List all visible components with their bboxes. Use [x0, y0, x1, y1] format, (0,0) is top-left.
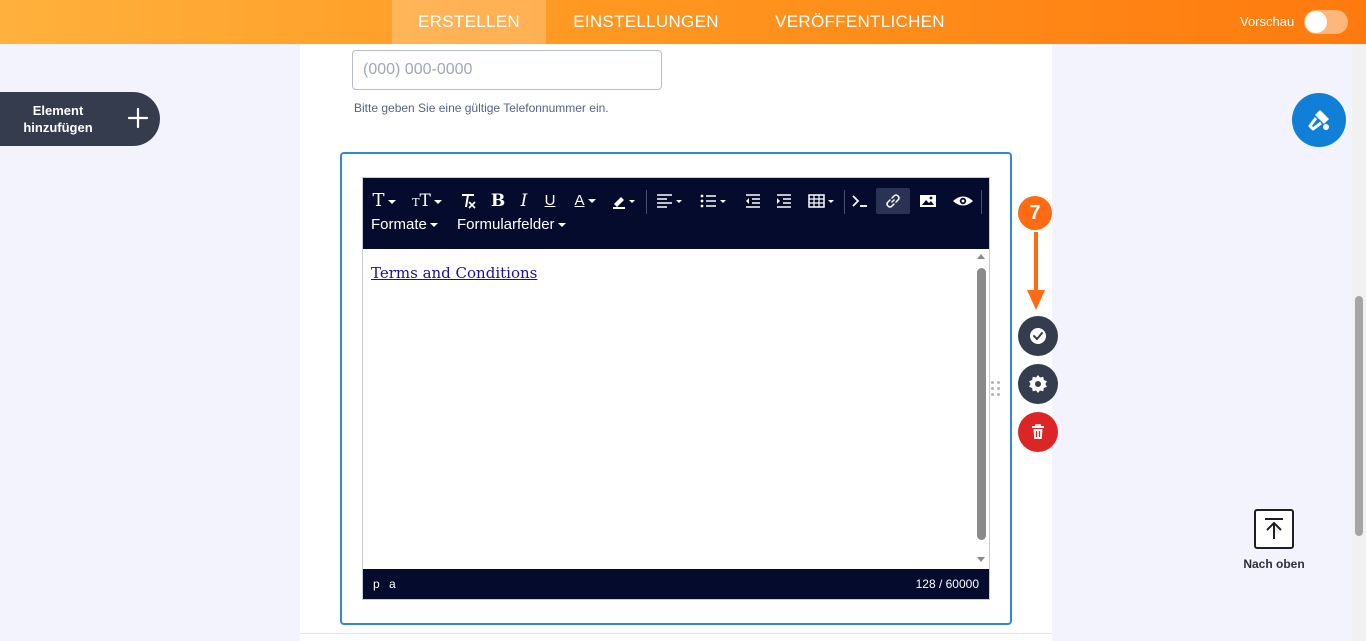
field-settings-button[interactable] — [1018, 364, 1058, 404]
add-element-label: Element hinzufügen — [23, 103, 93, 135]
phone-hint: Bitte geben Sie eine gültige Telefonnumm… — [354, 101, 609, 115]
eye-icon — [953, 196, 973, 206]
formats-menu[interactable]: Formate — [371, 216, 438, 233]
rich-text-editor[interactable]: T TT B I U A Formate Formularfelder Term… — [362, 177, 990, 600]
preview-label: Vorschau — [1240, 14, 1295, 29]
code-view-button[interactable] — [849, 188, 871, 214]
check-circle-icon — [1030, 328, 1046, 344]
back-to-top-label[interactable]: Nach oben — [1236, 557, 1312, 571]
editor-status-bar: p a 128 / 60000 — [363, 569, 989, 599]
element-path: p a — [373, 577, 399, 591]
plus-icon — [127, 107, 149, 129]
form-fields-menu-label: Formularfelder — [457, 216, 555, 233]
preview-toggle[interactable] — [1304, 10, 1348, 34]
arrow-down-icon — [1027, 232, 1045, 310]
required-toggle-button[interactable] — [1018, 316, 1058, 356]
underline-button[interactable]: U — [539, 188, 561, 214]
align-button[interactable] — [653, 188, 687, 214]
terminal-icon — [852, 195, 867, 207]
character-count: 128 / 60000 — [915, 577, 979, 591]
link-button[interactable] — [876, 188, 910, 214]
table-button[interactable] — [805, 188, 839, 214]
editor-scrollbar-thumb[interactable] — [977, 268, 986, 540]
paint-roller-icon — [1308, 110, 1329, 131]
page-scrollbar-thumb[interactable] — [1355, 296, 1363, 536]
image-icon — [920, 195, 936, 207]
phone-number-input[interactable] — [352, 50, 662, 90]
outdent-button[interactable] — [741, 188, 765, 214]
add-element-button[interactable]: Element hinzufügen — [0, 92, 160, 146]
italic-button[interactable]: I — [513, 188, 535, 214]
image-button[interactable] — [916, 188, 940, 214]
terms-link[interactable]: Terms and Conditions — [371, 264, 537, 282]
formats-menu-label: Formate — [371, 216, 427, 233]
clear-formatting-button[interactable] — [456, 188, 480, 214]
font-size-button[interactable]: TT — [409, 188, 445, 214]
back-to-top-button[interactable] — [1254, 509, 1294, 549]
clear-formatting-icon — [462, 194, 476, 209]
toolbar-separator — [844, 190, 845, 214]
indent-button[interactable] — [772, 188, 796, 214]
tab-einstellungen[interactable]: EINSTELLUNGEN — [560, 0, 732, 44]
align-left-icon — [657, 194, 682, 208]
unordered-list-button[interactable] — [697, 188, 731, 214]
top-navigation-bar: ERSTELLEN EINSTELLUNGEN VERÖFFENTLICHEN … — [0, 0, 1366, 44]
editor-toolbar: T TT B I U A Formate Formularfelder — [363, 178, 989, 249]
drag-handle-icon[interactable] — [990, 380, 1002, 396]
link-icon — [886, 194, 900, 208]
tab-veroeffentlichen[interactable]: VERÖFFENTLICHEN — [760, 0, 960, 44]
font-family-button[interactable]: T — [369, 188, 399, 214]
highlighter-icon — [613, 197, 635, 209]
scroll-down-icon[interactable] — [977, 557, 985, 562]
text-color-button[interactable]: A — [571, 188, 599, 214]
delete-field-button[interactable] — [1018, 412, 1058, 452]
preview-toggle-knob — [1305, 11, 1327, 33]
scroll-up-icon[interactable] — [977, 254, 985, 259]
editor-content-area[interactable]: Terms and Conditions — [363, 249, 989, 569]
trash-icon — [1032, 424, 1044, 439]
toolbar-separator — [646, 190, 647, 214]
toolbar-separator — [981, 190, 982, 214]
bold-button[interactable]: B — [487, 188, 509, 214]
step-marker: 7 — [1018, 196, 1052, 230]
form-designer-button[interactable] — [1292, 93, 1346, 147]
indent-icon — [777, 194, 791, 208]
form-divider — [300, 633, 1052, 634]
outdent-icon — [746, 194, 760, 208]
gear-icon — [1029, 375, 1047, 393]
background-color-button[interactable] — [609, 188, 639, 214]
table-icon — [808, 194, 834, 208]
tab-erstellen[interactable]: ERSTELLEN — [392, 0, 546, 44]
preview-button[interactable] — [950, 188, 976, 214]
arrow-up-icon — [1265, 518, 1283, 539]
list-icon — [700, 194, 726, 208]
form-fields-menu[interactable]: Formularfelder — [457, 216, 566, 233]
